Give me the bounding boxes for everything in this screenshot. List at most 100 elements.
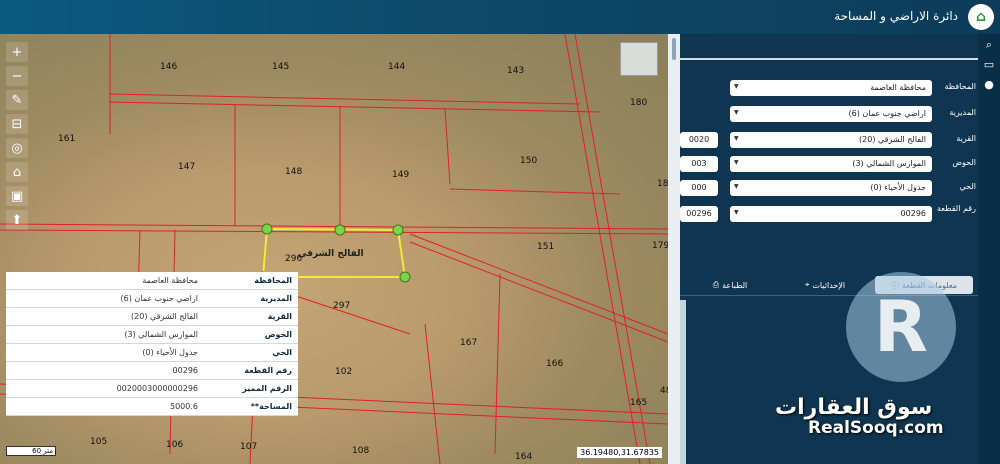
home-icon[interactable]: ⌂ — [6, 162, 28, 182]
parcel-number-label: 180 — [630, 98, 648, 108]
form-select[interactable]: ▼ 00296 — [730, 206, 932, 222]
parcel-number-label: 147 — [178, 162, 196, 172]
info-key: القرية — [267, 312, 292, 321]
parcel-number-label: 166 — [546, 359, 564, 369]
form-select[interactable]: ▼ اراضي جنوب عمان (6) — [730, 106, 932, 122]
scrollbar[interactable] — [680, 300, 686, 464]
form-row: الحي ▼ جدول الأحياء (0) 000 — [680, 180, 978, 196]
info-row: القرية الفالج الشرقي (20) — [6, 308, 298, 326]
form-select[interactable]: ▼ الموارس الشمالي (3) — [730, 156, 932, 172]
compass-icon[interactable]: ⬆ — [6, 210, 28, 230]
panel-divider[interactable] — [668, 34, 680, 464]
form-row: المحافظة ▼ محافظة العاصمة — [680, 80, 978, 96]
parcel-number-label: 145 — [272, 62, 290, 72]
parcel-number-label: 179 — [652, 241, 668, 251]
parcel-number-label: 106 — [166, 440, 184, 450]
info-row: الحي جدول الأحياء (0) — [6, 344, 298, 362]
parcel-number-label: 164 — [515, 452, 533, 462]
dlls-logo-icon: ⌂ — [968, 4, 994, 30]
info-key: رقم القطعة — [244, 366, 292, 375]
info-key: الحي — [272, 348, 292, 357]
collapse-handle[interactable] — [672, 38, 676, 60]
form-select[interactable]: ▼ جدول الأحياء (0) — [730, 180, 932, 196]
tab-print-label: الطباعة — [722, 280, 748, 290]
info-key: **المساحة — [250, 402, 292, 411]
chevron-down-icon: ▼ — [734, 83, 739, 90]
form-row: القرية ▼ الفالج الشرقي (20) 0020 — [680, 132, 978, 148]
info-value: الموارس الشمالي (3) — [124, 330, 198, 339]
form-select[interactable]: ▼ محافظة العاصمة — [730, 80, 932, 96]
form-select-value: الموارس الشمالي (3) — [852, 159, 926, 168]
form-code-input[interactable]: 000 — [680, 180, 718, 196]
search-icon[interactable]: ⌕ — [982, 38, 996, 52]
info-row: **المساحة 5000.6 — [6, 398, 298, 416]
info-row: المديرية اراضي جنوب عمان (6) — [6, 290, 298, 308]
form-select-value: محافظة العاصمة — [870, 83, 926, 92]
parcel-info-table: المحافظة محافظة العاصمة المديرية اراضي جنوب… — [6, 272, 298, 416]
form-code-input[interactable]: 00296 — [680, 206, 718, 222]
coordinate-readout: 36.19480,31.67835 — [577, 447, 662, 458]
info-row: المحافظة محافظة العاصمة — [6, 272, 298, 290]
info-value: 5000.6 — [170, 402, 198, 411]
map-toolbar: + − ✎ ⊟ ◎ ⌂ ▣ ⬆ — [6, 42, 28, 230]
parcel-number-label: 48 — [660, 386, 668, 396]
info-value: 00296 — [172, 366, 198, 375]
form-select-value: الفالج الشرقي (20) — [859, 135, 926, 144]
parcel-number-label: 144 — [388, 62, 406, 72]
parcel-number-label: 146 — [160, 62, 178, 72]
layers-icon[interactable]: ▭ — [982, 58, 996, 72]
form-code-input[interactable]: 003 — [680, 156, 718, 172]
parcel-number-label: 105 — [90, 437, 108, 447]
parcel-number-label: 151 — [537, 242, 555, 252]
info-key: المحافظة — [254, 276, 292, 285]
parcel-number-label: 181 — [657, 179, 668, 189]
scale-bar: 60 متر — [6, 446, 56, 456]
tab-coordinates-label: الإحداثيات — [812, 280, 846, 290]
form-select-value: اراضي جنوب عمان (6) — [848, 109, 926, 118]
info-key: المديرية — [260, 294, 292, 303]
form-select[interactable]: ▼ الفالج الشرقي (20) — [730, 132, 932, 148]
draw-icon[interactable]: ✎ — [6, 90, 28, 110]
panel-header — [680, 34, 978, 60]
tab-coordinates[interactable]: ⌖ الإحداثيات — [780, 276, 870, 294]
top-bar: دائرة الاراضي و المساحة ⌂ — [0, 0, 1000, 34]
selected-parcel-name: الفالج الشرقي — [298, 249, 364, 259]
form-row-label: المديرية — [949, 108, 976, 117]
zoom-out-button[interactable]: − — [6, 66, 28, 86]
parcel-number-label: 108 — [352, 446, 370, 456]
pin-icon: ⌖ — [804, 280, 810, 289]
info-value: الفالج الشرقي (20) — [131, 312, 198, 321]
zoom-in-button[interactable]: + — [6, 42, 28, 62]
locate-icon[interactable]: ◎ — [6, 138, 28, 158]
form-select-value: جدول الأحياء (0) — [870, 183, 926, 192]
info-row: الرقم المميز 0020003000000296 — [6, 380, 298, 398]
info-value: محافظة العاصمة — [142, 276, 198, 285]
info-key: الحوض — [264, 330, 292, 339]
location-icon[interactable]: ● — [982, 78, 996, 92]
parcel-number-label: 167 — [460, 338, 478, 348]
watermark-logo: R — [846, 272, 956, 382]
form-row-label: المحافظة — [944, 82, 976, 91]
form-code-input[interactable]: 0020 — [680, 132, 718, 148]
form-row: المديرية ▼ اراضي جنوب عمان (6) — [680, 106, 978, 122]
area-icon[interactable]: ▣ — [6, 186, 28, 206]
measure-icon[interactable]: ⊟ — [6, 114, 28, 134]
form-row: رقم القطعة ▼ 00296 00296 — [680, 204, 978, 222]
info-row: رقم القطعة 00296 — [6, 362, 298, 380]
parcel-number-label: 165 — [630, 398, 648, 408]
form-select-value: 00296 — [900, 209, 926, 218]
parcel-number-label: 143 — [507, 66, 525, 76]
print-icon: ⎙ — [712, 280, 720, 289]
side-toolbar: ⌕ ▭ ● — [978, 34, 1000, 464]
watermark-url: RealSooq.com — [808, 418, 944, 438]
form-row-label: رقم القطعة — [937, 204, 976, 213]
info-row: الحوض الموارس الشمالي (3) — [6, 326, 298, 344]
tab-print[interactable]: ⎙ الطباعة — [690, 276, 770, 294]
chevron-down-icon: ▼ — [734, 135, 739, 142]
basemap-toggle[interactable] — [620, 42, 658, 76]
parcel-number-label: 149 — [392, 170, 410, 180]
parcel-number-label: 102 — [335, 367, 353, 377]
form-row-label: الحوض — [952, 158, 976, 167]
parcel-number-label: 297 — [333, 301, 351, 311]
parcel-number-label: 161 — [58, 134, 76, 144]
